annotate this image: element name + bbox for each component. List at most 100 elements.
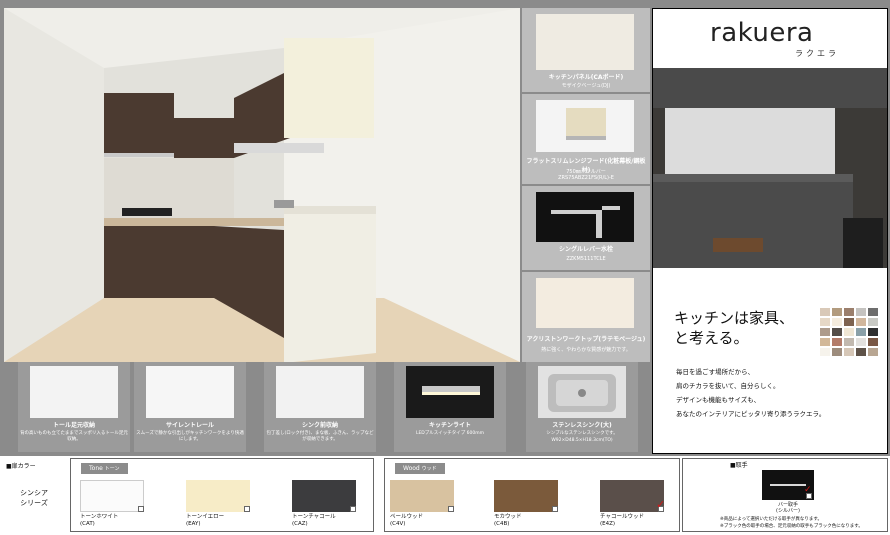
swatch-code: (E4Z): [600, 521, 616, 527]
sink-storage-image: [276, 366, 364, 418]
tall-storage-image: [30, 366, 118, 418]
side-card-sub: ZZKM5111TCLE: [566, 256, 606, 262]
feature-title: トール足元収納: [52, 422, 95, 429]
headline-line2: と考える。: [674, 329, 749, 347]
swatch-tone-yellow[interactable]: [186, 480, 250, 512]
series-line1: シンシア: [20, 489, 48, 497]
feature-title: サイレントレール: [165, 422, 214, 429]
swatch-wood-pale[interactable]: [390, 480, 454, 512]
side-card-title: シングルレバー水栓: [558, 246, 613, 253]
swatch-name: トーンホワイト: [80, 514, 119, 520]
range-hood-icon: [566, 108, 606, 140]
silent-rail-image: [146, 366, 234, 418]
side-card-sub: 熱に強く、やわらかな質感が魅力です。: [541, 347, 631, 353]
swatch-checkbox[interactable]: [244, 506, 250, 512]
side-card-faucet: シングルレバー水栓 ZZKM5111TCLE: [522, 186, 650, 270]
swatch-name: チャコールウッド: [600, 514, 644, 520]
side-card-title: アクリストンワークトップ(ラテモベージュ): [526, 336, 646, 343]
feature-title: ステンレスシンク(大): [552, 422, 612, 429]
handle-check-mark-icon: ✓: [804, 485, 812, 495]
swatch-name: トーンイエロー: [186, 514, 225, 520]
feature-card-kitchen-light: キッチンライト LEDプルスイッチタイプ 600mm: [394, 362, 506, 452]
kitchen-photo: [653, 68, 887, 268]
body-line: あなたのインテリアにピッタリ寄り添うラクエラ。: [676, 410, 826, 418]
kitchen-render: [4, 8, 520, 362]
brand-headline: キッチンは家具、 と考える。: [674, 308, 794, 348]
swatch-name: トーンチャコール: [292, 514, 336, 520]
kitchen-light-image: [406, 366, 494, 418]
faucet-image: [536, 192, 634, 242]
swatch-label: トーンイエロー (EAY): [186, 514, 224, 528]
swatch-wood-charcoal[interactable]: [600, 480, 664, 512]
swatch-tone-charcoal[interactable]: [292, 480, 356, 512]
handle-notes: ※商品によって選択いただける取手が異なります。 ※ブラック色の取手の場合、足元収…: [720, 516, 863, 530]
swatch-checkbox[interactable]: [552, 506, 558, 512]
swatch-name: モカウッド: [494, 514, 522, 520]
handle-label: ■取手: [730, 462, 748, 469]
handle-name: バー取手 (シルバー): [762, 502, 814, 514]
swatch-checkbox[interactable]: [448, 506, 454, 512]
swatch-wood-mocha[interactable]: [494, 480, 558, 512]
swatch-code: (CAZ): [292, 521, 308, 527]
tone-head-kana: トーン: [104, 466, 120, 472]
handle-note: ※商品によって選択いただける取手が異なります。: [720, 517, 822, 522]
feature-desc: スムーズで静かな引出しがキッチンワークをより快適にします。: [136, 431, 244, 442]
range-hood-image: [536, 100, 634, 152]
body-line: 毎日を過ごす場所だから、: [676, 368, 755, 376]
swatch-code: (C4B): [494, 521, 510, 527]
swatch-code: (C4V): [390, 521, 406, 527]
swatch-label: ペールウッド (C4V): [390, 514, 423, 528]
side-card-sub: 750㎜／シルバー: [566, 169, 606, 175]
feature-card-tall-storage: トール足元収納 背の高いものも立てたままでスッポリ入るトール足元収納。: [18, 362, 130, 452]
swatch-label: モカウッド (C4B): [494, 514, 522, 528]
side-card-title: キッチンパネル(CAボード): [548, 74, 624, 81]
feature-card-sink-storage: シンク前収納 包丁差し(ロック付き)、まな板、ふきん、ラップなどが収納できます。: [264, 362, 376, 452]
feature-title: シンク前収納: [301, 422, 338, 429]
feature-desc: 包丁差し(ロック付き)、まな板、ふきん、ラップなどが収納できます。: [266, 431, 374, 442]
swatch-checkbox[interactable]: [350, 506, 356, 512]
color-mosaic: [820, 308, 882, 356]
handle-bar-icon: [770, 484, 806, 486]
side-card-sub2: ZRS75ABZ21FS(R/L)-E: [558, 175, 614, 181]
brand-photo: [653, 68, 887, 268]
feature-card-stainless-sink: ステンレスシンク(大) シンプルなステンレスシンクです。 W92×D48.5×H…: [526, 362, 638, 452]
light-icon: [422, 386, 480, 395]
stainless-sink-image: [538, 366, 626, 418]
feature-title: キッチンライト: [428, 422, 471, 429]
side-card-range-hood: フラットスリムレンジフード(化粧幕板/鋼板材) 750㎜／シルバー ZRS75A…: [522, 94, 650, 184]
tone-head: Tone トーン: [81, 463, 128, 474]
tone-head-label: Tone: [89, 465, 103, 472]
faucet-icon: [551, 206, 620, 238]
body-line: デザインも機能もサイズも、: [676, 396, 761, 404]
brand-logo-kana: ラクエラ: [795, 49, 839, 58]
feature-card-silent-rail: サイレントレール スムーズで静かな引出しがキッチンワークをより快適にします。: [134, 362, 246, 452]
door-color-label: ■扉カラー: [6, 463, 36, 470]
side-card-sub: モザイクベージュ(DJ): [561, 83, 611, 89]
wood-head-label: Wood: [403, 465, 420, 472]
headline-line1: キッチンは家具、: [674, 309, 795, 327]
handle-note: ※ブラック色の取手の場合、足元収納の取手もブラック色になります。: [720, 524, 863, 529]
swatch-checkbox[interactable]: [138, 506, 144, 512]
side-card-kitchen-panel: キッチンパネル(CAボード) モザイクベージュ(DJ): [522, 8, 650, 92]
brand-body-text: 毎日を過ごす場所だから、 肩のチカラを抜いて、自分らしく。 デザインも機能もサイ…: [676, 365, 825, 421]
swatch-label: トーンホワイト (CAT): [80, 514, 118, 528]
wood-head-kana: ウッド: [421, 466, 437, 472]
swatch-name: ペールウッド: [390, 514, 424, 520]
kitchen-panel-image: [536, 14, 634, 70]
brand-logo: rakuera: [710, 18, 814, 48]
series-line2: シリーズ: [20, 499, 48, 507]
check-mark-icon: ✓: [656, 498, 666, 511]
feature-desc: シンプルなステンレスシンクです。: [546, 431, 618, 436]
swatch-code: (CAT): [80, 521, 95, 527]
feature-desc: LEDプルスイッチタイプ 600mm: [415, 431, 485, 436]
feature-desc2: W92×D48.5×H18.3cm(TO): [551, 438, 613, 443]
swatch-label: チャコールウッド (E4Z): [600, 514, 644, 528]
swatch-label: トーンチャコール (CAZ): [292, 514, 336, 528]
wood-head: Wood ウッド: [395, 463, 445, 474]
kitchen-illustration: [4, 8, 520, 362]
mosaic-swatches: [820, 308, 878, 356]
swatch-tone-white[interactable]: [80, 480, 144, 512]
series-name: シンシア シリーズ: [20, 488, 48, 508]
sink-icon: [548, 374, 616, 412]
side-card-worktop: アクリストンワークトップ(ラテモベージュ) 熱に強く、やわらかな質感が魅力です。: [522, 272, 650, 362]
